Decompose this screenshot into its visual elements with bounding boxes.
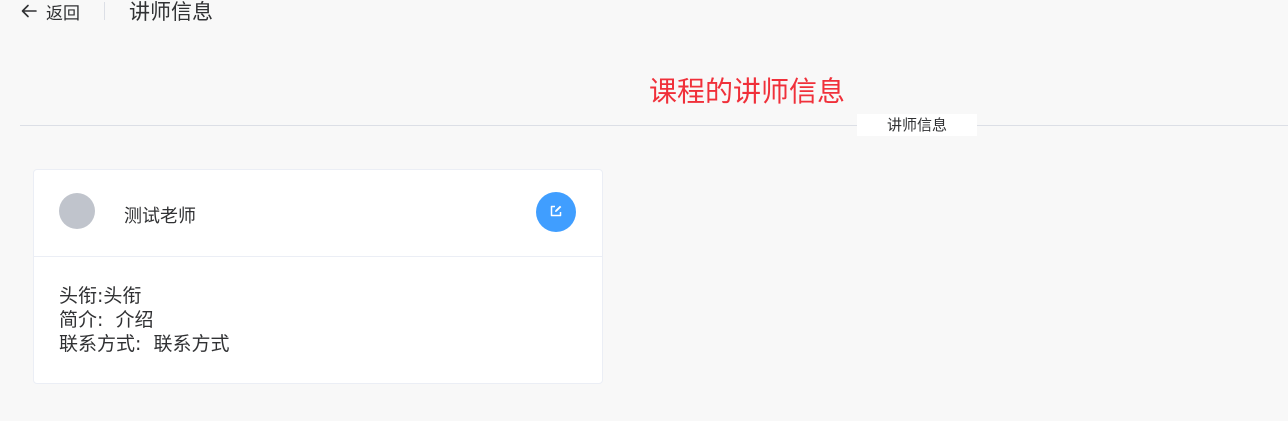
info-row-contact: 联系方式: 联系方式 <box>59 332 602 356</box>
card-body: 头衔:头衔 简介: 介绍 联系方式: 联系方式 <box>34 257 602 356</box>
divider-label: 讲师信息 <box>857 114 977 136</box>
edit-icon <box>549 203 563 222</box>
divider-line <box>20 125 1288 126</box>
back-button[interactable]: 返回 <box>20 0 80 24</box>
contact-label: 联系方式: <box>59 333 142 355</box>
contact-value: 联系方式 <box>153 333 230 355</box>
teacher-card: 测试老师 头衔:头衔 简介: 介绍 联系方式: 联系方式 <box>33 169 603 384</box>
edit-button[interactable] <box>536 192 576 232</box>
header-divider <box>104 2 105 20</box>
title-label: 头衔: <box>59 285 104 307</box>
intro-label: 简介: <box>59 309 104 331</box>
card-header: 测试老师 <box>34 170 602 257</box>
page-header: 返回 讲师信息 <box>20 0 213 24</box>
page: 返回 讲师信息 课程的讲师信息 讲师信息 测试老师 头衔:头衔 简介: 介绍 联… <box>0 0 1288 421</box>
section-title: 课程的讲师信息 <box>648 75 845 108</box>
page-title: 讲师信息 <box>129 0 213 24</box>
back-label: 返回 <box>46 3 80 24</box>
info-row-title: 头衔:头衔 <box>59 284 602 308</box>
avatar <box>59 193 95 229</box>
title-value: 头衔 <box>103 285 142 307</box>
teacher-name: 测试老师 <box>124 206 196 227</box>
arrow-left-icon <box>20 2 38 20</box>
intro-value: 介绍 <box>115 309 154 331</box>
info-row-intro: 简介: 介绍 <box>59 308 602 332</box>
